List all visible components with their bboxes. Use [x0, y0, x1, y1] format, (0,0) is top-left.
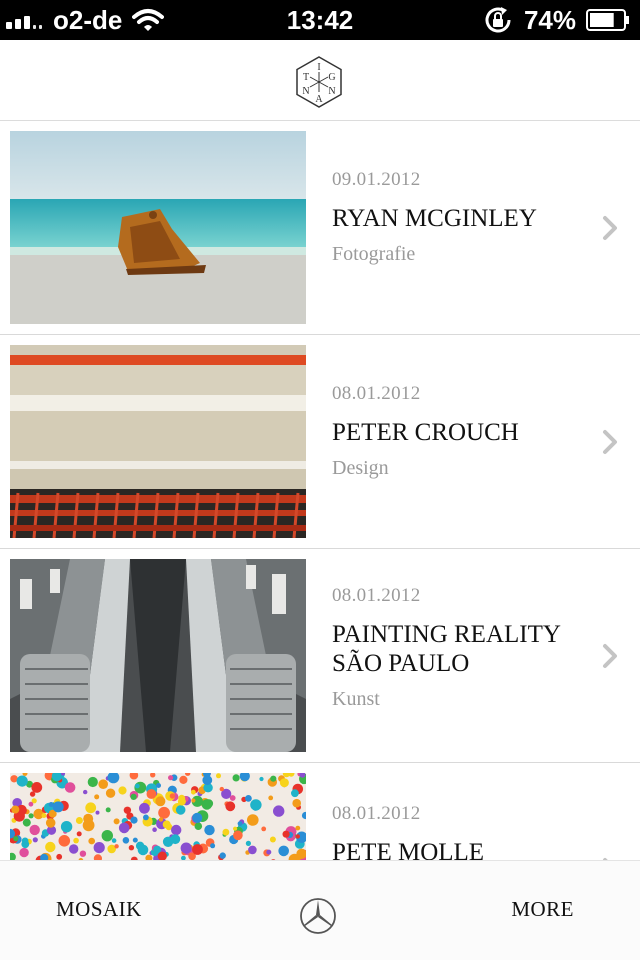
article-category: Fotografie	[332, 243, 416, 265]
battery-icon	[586, 9, 629, 31]
article-category: Design	[332, 457, 389, 479]
tab-more[interactable]: MORE	[511, 897, 574, 922]
article-title: RYAN MCGINLEY	[332, 205, 537, 232]
article-list[interactable]: 09.01.2012 RYAN MCGINLEY Fotografie 08.0…	[0, 121, 640, 860]
igna-logo[interactable]: I T G N N A	[296, 56, 342, 108]
article-meta: 08.01.2012 PAINTING REALITY SÃO PAULO Ku…	[332, 585, 580, 711]
tab-mosaik[interactable]: MOSAIK	[56, 897, 142, 922]
article-date: 09.01.2012	[332, 169, 421, 190]
article-image-escalators	[10, 559, 306, 752]
chevron-right-icon	[603, 644, 617, 668]
article-category: Kunst	[332, 688, 380, 710]
article-image-colorful-dots	[10, 773, 306, 860]
battery-percent: 74%	[523, 4, 576, 35]
chevron-right-icon	[603, 216, 617, 240]
app-header: I T G N N A	[0, 40, 640, 121]
mercedes-star-icon[interactable]	[299, 897, 337, 935]
svg-text:T: T	[303, 72, 309, 83]
svg-text:I: I	[317, 62, 320, 73]
article-row[interactable]: 08.01.2012 PETE MOLLE	[0, 763, 640, 860]
status-right: 74%	[482, 4, 630, 36]
rotation-lock-icon	[485, 7, 511, 33]
article-date: 08.01.2012	[332, 803, 421, 824]
article-meta: 08.01.2012 PETE MOLLE	[332, 803, 580, 860]
article-title: PETE MOLLE	[332, 839, 485, 860]
svg-text:A: A	[315, 94, 323, 105]
article-meta: 08.01.2012 PETER CROUCH Design	[332, 383, 580, 480]
article-image-excavator	[10, 131, 306, 324]
chevron-right-icon	[603, 430, 617, 454]
tab-bar: MOSAIK MORE	[0, 860, 640, 960]
svg-text:N: N	[302, 86, 309, 97]
article-row[interactable]: 08.01.2012 PETER CROUCH Design	[0, 335, 640, 549]
article-image-shopping-carts	[10, 345, 306, 538]
article-title: PETER CROUCH	[332, 419, 519, 446]
article-row[interactable]: 08.01.2012 PAINTING REALITY SÃO PAULO Ku…	[0, 549, 640, 763]
article-title: PAINTING REALITY SÃO PAULO	[332, 621, 561, 677]
svg-text:N: N	[328, 86, 335, 97]
status-bar: o2-de 13:42 74%	[0, 0, 640, 40]
svg-text:G: G	[328, 72, 335, 83]
article-meta: 09.01.2012 RYAN MCGINLEY Fotografie	[332, 169, 580, 266]
article-date: 08.01.2012	[332, 383, 421, 404]
article-row[interactable]: 09.01.2012 RYAN MCGINLEY Fotografie	[0, 121, 640, 335]
article-date: 08.01.2012	[332, 585, 421, 606]
